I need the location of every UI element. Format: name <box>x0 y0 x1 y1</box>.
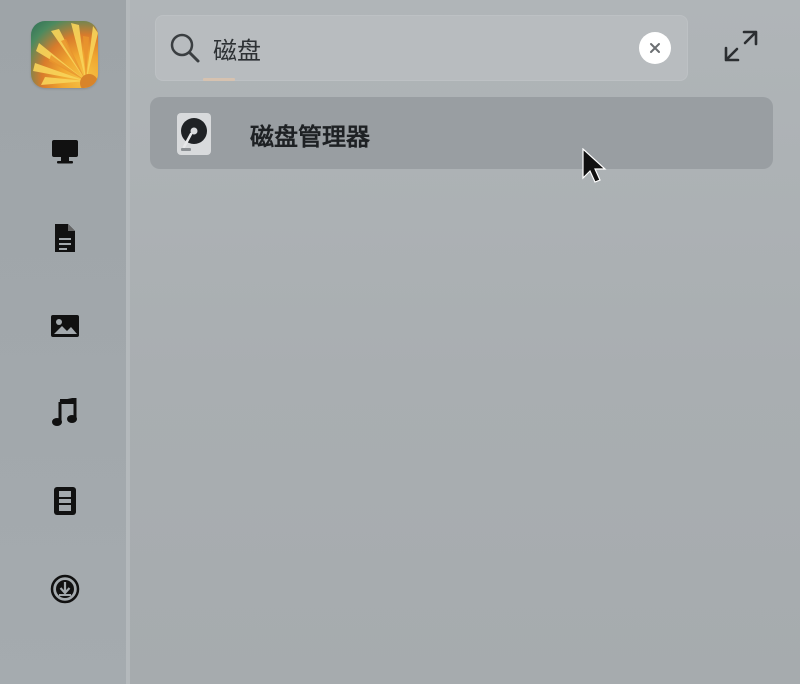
mouse-cursor-icon <box>582 148 607 183</box>
sidebar-item-music[interactable] <box>48 396 82 430</box>
disk-manager-icon <box>177 113 211 155</box>
sidebar-item-pictures[interactable] <box>48 309 82 343</box>
sidebar-item-downloads[interactable] <box>48 572 82 606</box>
sidebar <box>0 0 128 684</box>
video-icon <box>54 487 76 515</box>
sidebar-item-computer[interactable] <box>48 134 82 168</box>
download-icon <box>50 574 80 604</box>
avatar[interactable] <box>31 21 98 88</box>
search-input[interactable] <box>213 29 633 67</box>
search-focus-indicator <box>203 78 235 81</box>
expand-icon[interactable] <box>722 28 760 64</box>
clear-icon <box>650 43 660 53</box>
document-icon <box>55 224 75 252</box>
search-result-item[interactable]: 磁盘管理器 <box>150 97 773 169</box>
computer-icon <box>52 140 78 164</box>
sidebar-item-documents[interactable] <box>48 221 82 255</box>
clear-search-button[interactable] <box>639 32 671 64</box>
search-icon <box>170 33 200 63</box>
sidebar-item-videos[interactable] <box>48 484 82 518</box>
music-icon <box>52 398 77 426</box>
search-result-label: 磁盘管理器 <box>250 123 370 151</box>
image-icon <box>51 315 79 337</box>
search-bar[interactable] <box>155 15 688 81</box>
flower-image <box>33 23 98 88</box>
